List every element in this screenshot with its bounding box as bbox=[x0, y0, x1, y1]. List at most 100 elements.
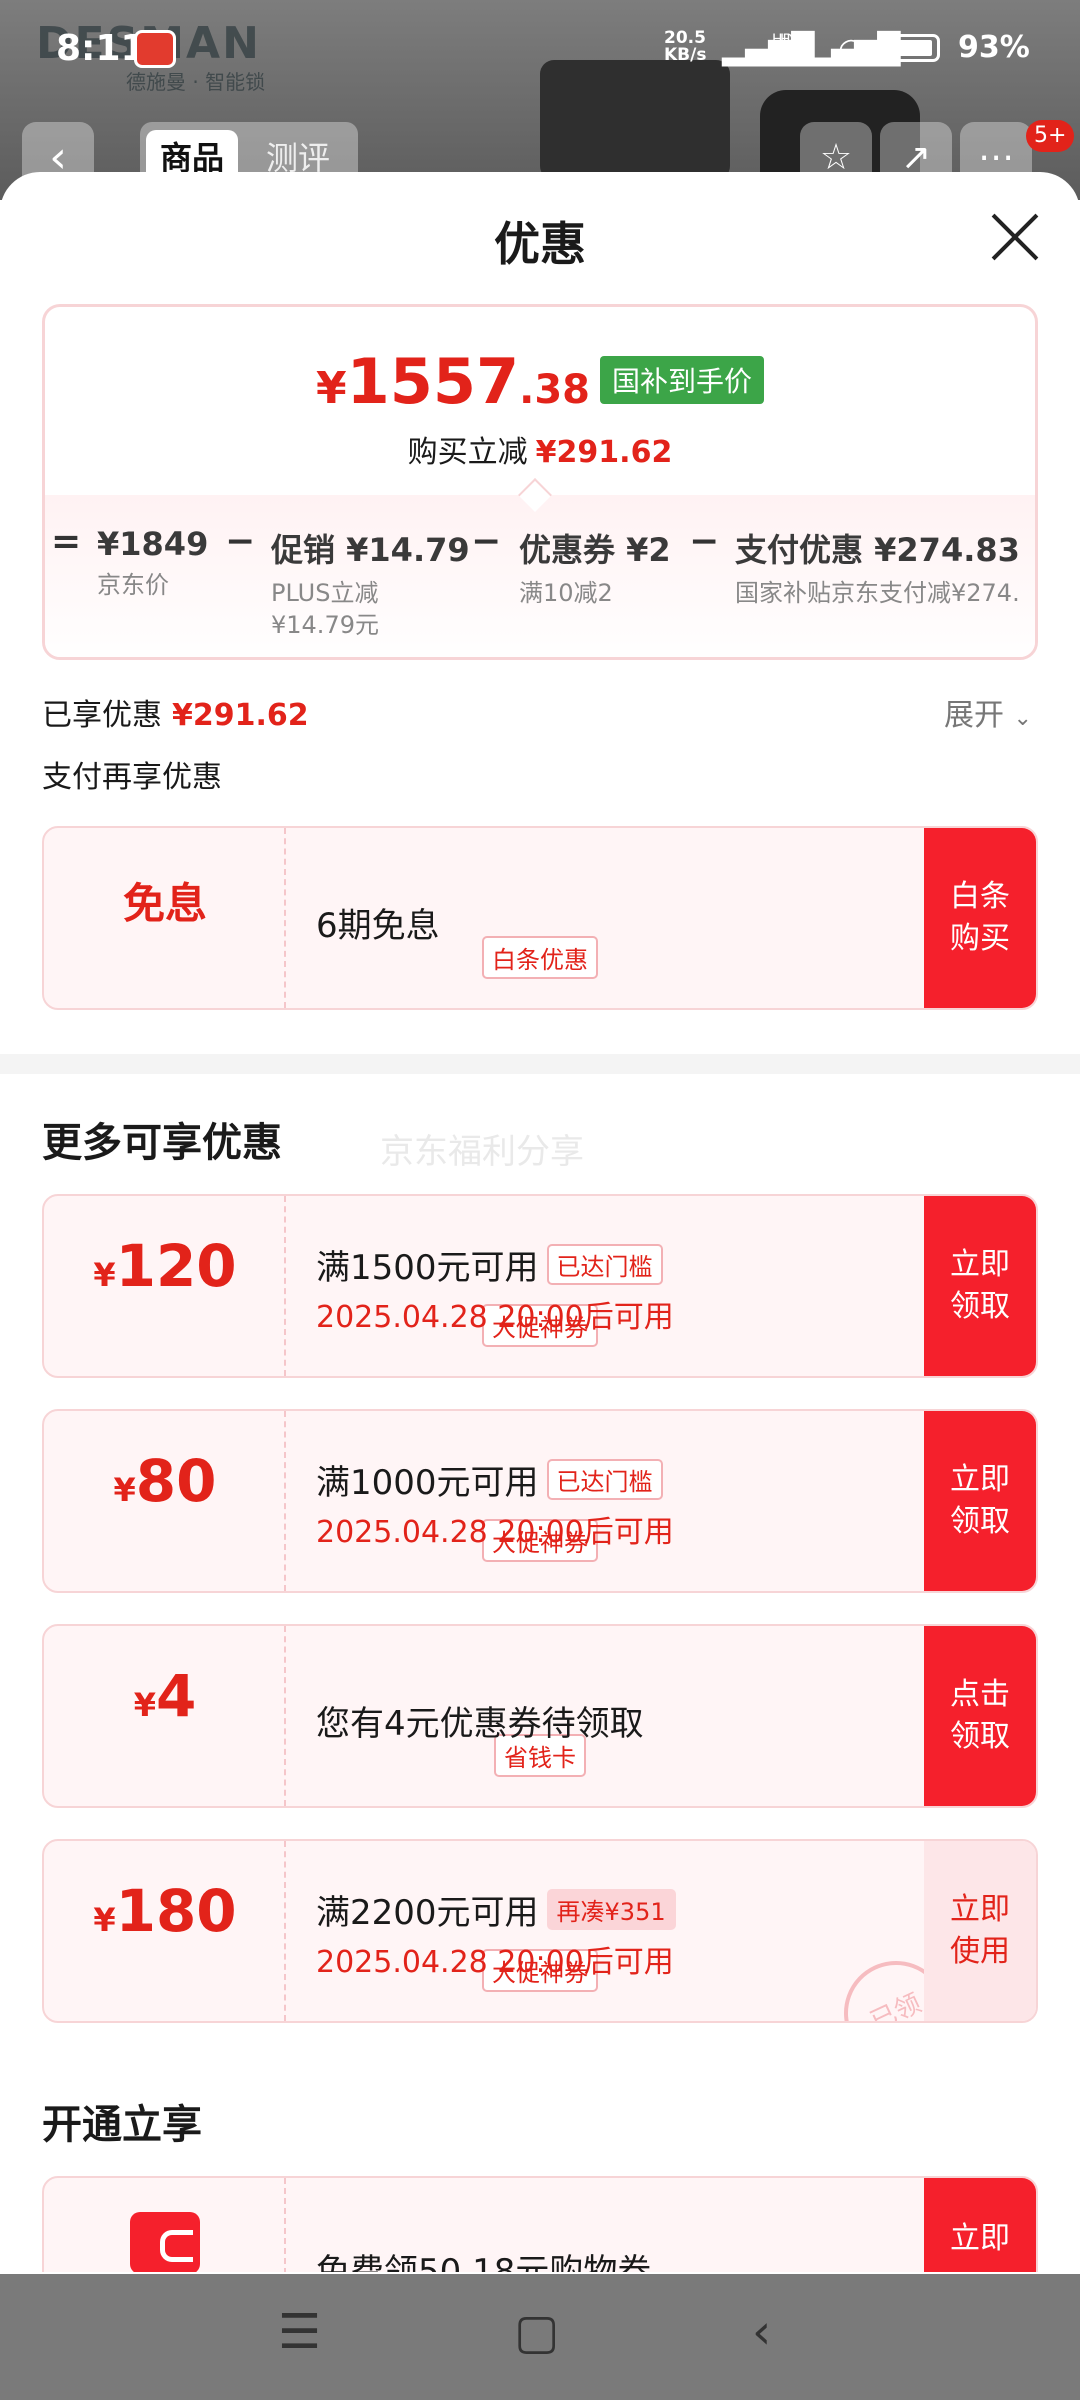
sheet-title: 优惠 bbox=[494, 217, 586, 271]
baitiao-buy-button[interactable]: 白条购买 bbox=[924, 828, 1036, 1008]
breakdown-coupon: 优惠券 ¥2 满10减2 bbox=[519, 525, 671, 609]
baitiao-card: 免息 白条优惠 6期免息 白条购买 bbox=[42, 826, 1038, 1010]
coupon-amount-value: 180 bbox=[115, 1877, 237, 1945]
claim-button[interactable]: 立即领取 bbox=[924, 1196, 1036, 1376]
coupon-currency: ¥ bbox=[93, 1256, 116, 1294]
price-currency: ¥ bbox=[315, 363, 347, 414]
coupon-amount: ¥180 bbox=[44, 1877, 286, 1945]
breakdown-sub: 京东价 bbox=[97, 571, 169, 599]
close-icon[interactable] bbox=[990, 212, 1040, 262]
coupon-divider bbox=[284, 1626, 286, 1806]
op-minus: − bbox=[225, 521, 256, 562]
price-summary-card: ¥1557.38 国补到手价 购买立减 ¥291.62 = ¥1849 京东价 − … bbox=[42, 304, 1038, 660]
coupon-chip: 再凑¥351 bbox=[546, 1889, 676, 1930]
coupon-title: 您有4元优惠券待领取 bbox=[316, 1704, 644, 1744]
signal-hd-label-2: HD bbox=[772, 32, 794, 48]
coupon-chip: 已达门槛 bbox=[546, 1244, 663, 1285]
price-integer: 1557 bbox=[346, 345, 520, 418]
coupon-divider bbox=[284, 828, 286, 1008]
section-divider bbox=[0, 1054, 1080, 1074]
coupon-divider bbox=[284, 1196, 286, 1376]
coupon-title-text: 满1000元可用 bbox=[316, 1463, 539, 1503]
watermark: 京东福利分享 bbox=[380, 1132, 584, 1172]
breakdown-sub: PLUS立减 ¥14.79元 bbox=[271, 579, 379, 639]
coupon-card: ¥80 大促神券 满1000元可用 已达门槛 2025.04.28 20:00后可… bbox=[42, 1409, 1038, 1593]
discount-sheet: 优惠 ¥1557.38 国补到手价 购买立减 ¥291.62 = ¥1849 京东价… bbox=[0, 172, 1080, 2272]
breakdown-payment: 支付优惠 ¥274.83 国家补贴京东支付减¥274. bbox=[735, 525, 1035, 609]
pay-more-title: 支付再享优惠 bbox=[42, 760, 222, 795]
coupon-card: ¥180 大促神券 满2200元可用 再凑¥351 2025.04.28 20:0… bbox=[42, 1839, 1038, 2023]
discount-value: ¥291.62 bbox=[535, 435, 673, 470]
open-item-text: 免费领50.18元购物券 bbox=[316, 2252, 652, 2272]
op-minus: − bbox=[471, 521, 502, 562]
coupon-divider bbox=[284, 2178, 286, 2272]
open-card: 免费领50.18元购物券 立即 bbox=[42, 2176, 1038, 2272]
status-bar: 8:11 20.5 KB/s ▂▄▆█ HD ▂▄▆█ HD ◠ 93% bbox=[0, 0, 1080, 100]
coupon-divider bbox=[284, 1841, 286, 2021]
more-discounts-title: 更多可享优惠 bbox=[42, 1120, 282, 1166]
coupon-amount: ¥80 bbox=[44, 1447, 286, 1515]
wallet-icon bbox=[130, 2212, 200, 2272]
coupon-currency: ¥ bbox=[93, 1901, 116, 1939]
coupon-date: 2025.04.28 20:00后可用 bbox=[316, 1300, 674, 1335]
coupon-card: ¥120 大促神券 满1500元可用 已达门槛 2025.04.28 20:00后… bbox=[42, 1194, 1038, 1378]
enjoyed-discount: 已享优惠 ¥291.62 bbox=[42, 690, 309, 734]
breakdown-jd-price: ¥1849 京东价 bbox=[97, 525, 208, 601]
chevron-down-icon: ⌄ bbox=[1013, 706, 1032, 731]
breakdown-label: 促销 ¥14.79 bbox=[271, 531, 470, 569]
coupon-title: 满1000元可用 已达门槛 bbox=[316, 1455, 663, 1504]
op-minus: − bbox=[689, 521, 720, 562]
coupon-date: 2025.04.28 20:00后可用 bbox=[316, 1945, 674, 1980]
use-button[interactable]: 立即使用 bbox=[924, 1841, 1036, 2021]
coupon-date: 2025.04.28 20:00后可用 bbox=[316, 1515, 674, 1550]
coupon-currency: ¥ bbox=[133, 1686, 156, 1724]
breakdown-label: 支付优惠 ¥274.83 bbox=[735, 531, 1020, 569]
net-speed: 20.5 KB/s bbox=[664, 30, 706, 64]
breakdown-label: 优惠券 ¥2 bbox=[519, 531, 671, 569]
discount-summary: 购买立减 ¥291.62 bbox=[45, 427, 1035, 471]
coupon-title: 满1500元可用 已达门槛 bbox=[316, 1240, 663, 1289]
claim-button[interactable]: 点击领取 bbox=[924, 1626, 1036, 1806]
breakdown-promo: 促销 ¥14.79 PLUS立减 ¥14.79元 bbox=[271, 525, 470, 641]
enjoyed-label: 已享优惠 bbox=[42, 698, 162, 733]
coupon-amount-value: 80 bbox=[135, 1447, 217, 1515]
price-tag: 国补到手价 bbox=[600, 356, 765, 404]
op-equals: = bbox=[51, 521, 82, 562]
nav-back-icon[interactable]: ‹ bbox=[752, 2304, 771, 2360]
notification-icon bbox=[134, 30, 176, 68]
open-button[interactable]: 立即 bbox=[924, 2178, 1036, 2272]
coupon-title-text: 满2200元可用 bbox=[316, 1893, 539, 1933]
battery-percent: 93% bbox=[958, 30, 1030, 65]
breakdown-sub: 满10减2 bbox=[519, 579, 613, 607]
price-decimal: .38 bbox=[519, 367, 591, 413]
expand-label: 展开 bbox=[944, 698, 1004, 733]
coupon-amount-value: 120 bbox=[115, 1232, 237, 1300]
coupon-currency: ¥ bbox=[113, 1471, 136, 1509]
status-time: 8:11 bbox=[56, 28, 146, 69]
discount-label: 购买立减 bbox=[407, 435, 528, 470]
coupon-amount: ¥120 bbox=[44, 1232, 286, 1300]
battery-icon bbox=[888, 34, 940, 62]
breakdown-label: ¥1849 bbox=[97, 525, 209, 563]
net-speed-unit: KB/s bbox=[664, 45, 707, 65]
baitiao-text: 6期免息 bbox=[316, 906, 440, 946]
home-icon[interactable]: ▢ bbox=[514, 2304, 559, 2360]
claim-button[interactable]: 立即领取 bbox=[924, 1411, 1036, 1591]
coupon-chip: 已达门槛 bbox=[546, 1459, 663, 1500]
baitiao-kind: 白条优惠 bbox=[482, 936, 598, 979]
wifi-icon: ◠ bbox=[838, 32, 865, 67]
coupon-amount: ¥4 bbox=[44, 1662, 286, 1730]
final-price: ¥1557.38 国补到手价 bbox=[45, 345, 1035, 418]
cart-badge: 5+ bbox=[1026, 120, 1075, 152]
coupon-title-text: 满1500元可用 bbox=[316, 1248, 539, 1288]
baitiao-amount: 免息 bbox=[122, 879, 207, 928]
coupon-amount-value: 4 bbox=[155, 1662, 197, 1730]
system-nav-bar: ☰ ▢ ‹ bbox=[0, 2274, 1080, 2400]
coupon-card: ¥4 省钱卡 您有4元优惠券待领取 点击领取 bbox=[42, 1624, 1038, 1808]
menu-icon[interactable]: ☰ bbox=[278, 2304, 321, 2360]
coupon-divider bbox=[284, 1411, 286, 1591]
expand-button[interactable]: 展开 ⌄ bbox=[944, 690, 1032, 734]
enjoyed-value: ¥291.62 bbox=[172, 698, 309, 733]
breakdown-sub: 国家补贴京东支付减¥274. bbox=[735, 579, 1020, 607]
open-section-title: 开通立享 bbox=[42, 2102, 202, 2148]
